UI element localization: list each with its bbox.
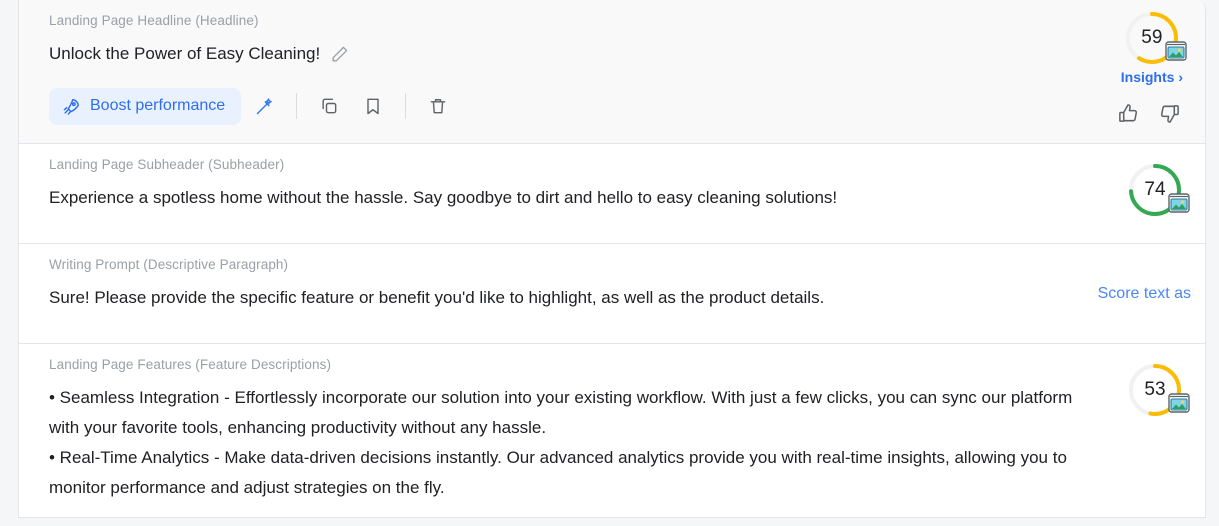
card-text[interactable]: Unlock the Power of Easy Cleaning!: [49, 39, 320, 69]
card-writing-prompt[interactable]: Writing Prompt (Descriptive Paragraph) S…: [19, 244, 1205, 344]
card-toolbar: Boost performance: [49, 87, 1175, 125]
thumbs-down-icon[interactable]: [1158, 102, 1181, 125]
card-text[interactable]: Sure! Please provide the specific featur…: [49, 283, 1104, 313]
bookmark-icon[interactable]: [352, 87, 394, 125]
image-badge-icon[interactable]: [1163, 38, 1189, 64]
feedback-controls: [1117, 102, 1181, 125]
card-features[interactable]: Landing Page Features (Feature Descripti…: [19, 344, 1205, 518]
rocket-icon: [62, 97, 81, 116]
copy-icon[interactable]: [308, 87, 350, 125]
thumbs-up-icon[interactable]: [1117, 102, 1140, 125]
card-subheader[interactable]: Landing Page Subheader (Subheader) Exper…: [19, 144, 1205, 244]
insights-link[interactable]: Insights ›: [1121, 69, 1183, 85]
score-widget-subheader[interactable]: 74: [1127, 162, 1190, 218]
toolbar-divider: [405, 93, 407, 119]
headline-row: Unlock the Power of Easy Cleaning!: [49, 39, 1175, 69]
pencil-icon[interactable]: [330, 45, 349, 64]
boost-performance-button[interactable]: Boost performance: [49, 87, 242, 125]
document-scoring-panel: Landing Page Headline (Headline) Unlock …: [0, 0, 1219, 526]
card-label: Writing Prompt (Descriptive Paragraph): [49, 257, 289, 272]
image-badge-icon[interactable]: [1166, 390, 1192, 416]
image-badge-icon[interactable]: [1166, 190, 1192, 216]
score-widget-features[interactable]: 53: [1127, 362, 1190, 418]
card-text[interactable]: • Seamless Integration - Effortlessly in…: [49, 383, 1104, 503]
cards-panel: Landing Page Headline (Headline) Unlock …: [18, 0, 1206, 518]
score-ring: 74: [1127, 162, 1190, 218]
score-ring: 59: [1124, 10, 1187, 66]
score-widget-headline[interactable]: 59 Insights ›: [1121, 10, 1187, 85]
card-label: Landing Page Headline (Headline): [49, 13, 259, 28]
card-label: Landing Page Subheader (Subheader): [49, 157, 285, 172]
boost-performance-label: Boost performance: [90, 97, 226, 114]
card-headline[interactable]: Landing Page Headline (Headline) Unlock …: [19, 0, 1205, 144]
trash-icon[interactable]: [417, 87, 459, 125]
score-text-as-link[interactable]: Score text as: [1098, 285, 1191, 303]
magic-wand-icon[interactable]: [243, 87, 285, 125]
score-ring: 53: [1127, 362, 1190, 418]
toolbar-divider: [296, 93, 298, 119]
card-label: Landing Page Features (Feature Descripti…: [49, 357, 332, 372]
card-text[interactable]: Experience a spotless home without the h…: [49, 183, 1104, 213]
